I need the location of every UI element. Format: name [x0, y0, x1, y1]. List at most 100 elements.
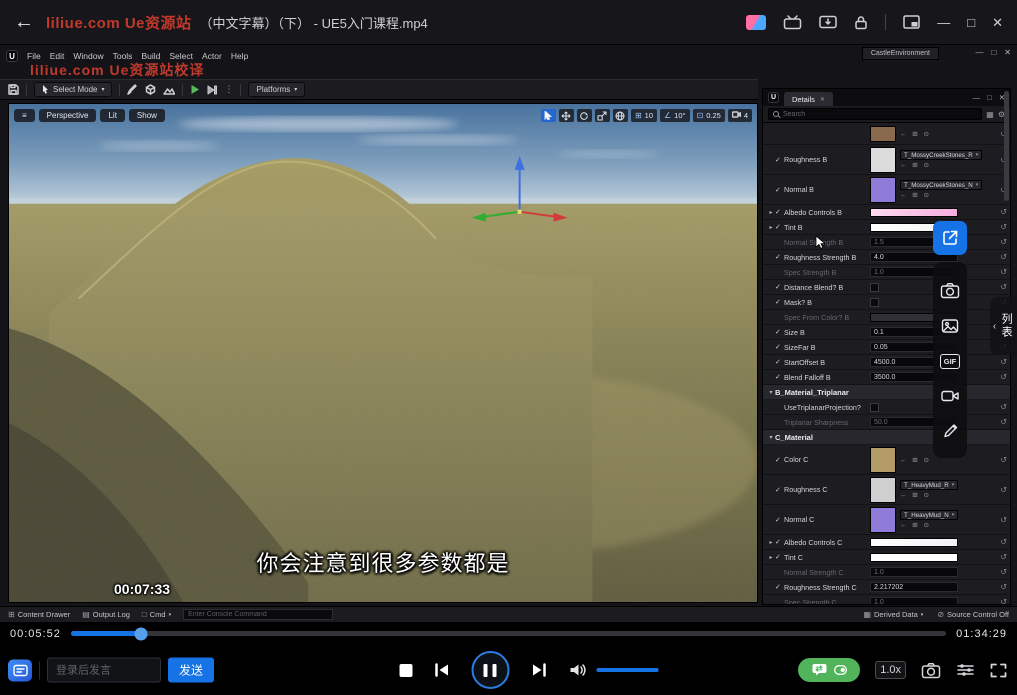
reset-to-default-icon[interactable]: ↺	[1000, 403, 1007, 412]
minimize-button[interactable]: —	[937, 16, 950, 29]
details-tab[interactable]: Details ✕	[784, 92, 833, 106]
source-control-button[interactable]: ⊘ Source Control Off	[937, 610, 1009, 619]
details-row-b-material-triplanar[interactable]: ▾B_Material_Triplanar	[763, 385, 1010, 400]
mini-player-icon[interactable]	[903, 15, 920, 29]
texture-thumbnail[interactable]	[870, 147, 896, 173]
override-check-icon[interactable]: ✓	[775, 486, 784, 494]
reset-to-default-icon[interactable]: ↺	[1000, 208, 1007, 217]
details-row-normal-b[interactable]: ✓Normal BT_MossyCreekStones_N▾← ⊞ ⊙↺	[763, 175, 1010, 205]
platforms-dropdown[interactable]: Platforms ▾	[248, 82, 305, 97]
danmaku-toggle[interactable]	[798, 658, 860, 682]
number-input[interactable]: 1.0	[870, 597, 958, 604]
play-button[interactable]	[190, 84, 200, 95]
override-check-icon[interactable]: ✓	[775, 223, 784, 231]
details-row-roughness-strength-c[interactable]: ✓Roughness Strength C2.217202↺	[763, 580, 1010, 595]
reset-to-default-icon[interactable]: ↺	[1000, 223, 1007, 232]
scale-snap-toggle[interactable]: ⊡ 0.25	[693, 109, 725, 122]
override-check-icon[interactable]: ✓	[775, 298, 784, 306]
reset-to-default-icon[interactable]: ↺	[1000, 373, 1007, 382]
reset-to-default-icon[interactable]: ↺	[1000, 515, 1007, 524]
rotation-snap-toggle[interactable]: ∠ 10°	[660, 109, 690, 122]
cast-icon[interactable]	[819, 15, 837, 29]
details-scrollbar[interactable]	[1004, 91, 1009, 201]
details-row-spec-from-color-b[interactable]: Spec From Color? B↺	[763, 310, 1010, 325]
volume-slider[interactable]	[596, 668, 658, 672]
details-row-c-material[interactable]: ▾C_Material	[763, 430, 1010, 445]
move-tool-icon[interactable]	[559, 109, 574, 122]
texture-thumbnail[interactable]	[870, 477, 896, 503]
details-row-roughness-b[interactable]: ✓Roughness BT_MossyCreekStones_R▾← ⊞ ⊙↺	[763, 145, 1010, 175]
viewport-menu-button[interactable]: ≡	[14, 109, 35, 122]
show-dropdown[interactable]: Show	[129, 109, 165, 122]
param-checkbox[interactable]	[870, 403, 879, 412]
menu-item-help[interactable]: Help	[231, 51, 248, 61]
asset-tool-icons[interactable]: ← ⊞ ⊙	[900, 491, 958, 499]
details-row-color-c[interactable]: ✓Color C← ⊞ ⊙↺	[763, 445, 1010, 475]
color-swatch[interactable]	[870, 208, 958, 217]
param-checkbox[interactable]	[870, 298, 879, 307]
color-swatch[interactable]	[870, 553, 958, 562]
chevron-down-icon[interactable]: ▾	[767, 434, 775, 441]
screenshot-button[interactable]	[921, 662, 941, 679]
override-check-icon[interactable]: ✓	[775, 516, 784, 524]
scale-tool-icon[interactable]	[595, 109, 610, 122]
volume-icon[interactable]	[568, 662, 587, 678]
asset-tool-icons[interactable]: ← ⊞ ⊙	[900, 161, 982, 169]
cube-tool-icon[interactable]	[145, 84, 156, 95]
screenshot-camera-icon[interactable]	[940, 282, 960, 299]
playback-speed-button[interactable]: 1.0x	[875, 661, 906, 679]
rotate-tool-icon[interactable]	[577, 109, 592, 122]
back-icon[interactable]: ←	[14, 11, 34, 34]
send-button[interactable]: 发送	[168, 658, 214, 683]
video-record-icon[interactable]	[941, 389, 959, 403]
override-check-icon[interactable]: ✓	[775, 343, 784, 351]
asset-dropdown[interactable]: T_HeavyMud_R▾	[900, 480, 958, 490]
details-minimize-icon[interactable]: —	[973, 93, 981, 102]
details-row-usetriplanarprojection[interactable]: UseTriplanarProjection?↺	[763, 400, 1010, 415]
override-check-icon[interactable]: ✓	[775, 553, 784, 561]
search-box[interactable]	[768, 108, 982, 120]
document-tab[interactable]: CastleEnvironment	[862, 47, 939, 60]
reset-to-default-icon[interactable]: ↺	[1000, 485, 1007, 494]
seek-bar[interactable]	[71, 631, 946, 636]
toolbar-more-icon[interactable]: ⋮	[224, 84, 233, 95]
texture-thumbnail[interactable]	[870, 507, 896, 533]
details-row-albedo-controls-c[interactable]: ▸✓Albedo Controls C↺	[763, 535, 1010, 550]
color-swatch[interactable]	[870, 538, 958, 547]
details-row-roughness-c[interactable]: ✓Roughness CT_HeavyMud_R▾← ⊞ ⊙↺	[763, 475, 1010, 505]
texture-thumbnail[interactable]	[870, 126, 896, 142]
asset-tool-icons[interactable]: ← ⊞ ⊙	[900, 130, 931, 138]
asset-dropdown[interactable]: T_HeavyMud_N▾	[900, 510, 958, 520]
select-mode-dropdown[interactable]: Select Mode ▾	[34, 82, 112, 97]
reset-to-default-icon[interactable]: ↺	[1000, 238, 1007, 247]
content-drawer-button[interactable]: ⊞ Content Drawer	[8, 610, 70, 619]
reset-to-default-icon[interactable]: ↺	[1000, 598, 1007, 605]
reset-to-default-icon[interactable]: ↺	[1000, 553, 1007, 562]
gif-record-icon[interactable]: GIF	[940, 354, 961, 369]
cmd-dropdown[interactable]: □ Cmd ▾	[142, 610, 171, 619]
details-row-row-0[interactable]: ← ⊞ ⊙↺	[763, 123, 1010, 145]
details-row-tint-b[interactable]: ▸✓Tint B↺	[763, 220, 1010, 235]
brush-tool-icon[interactable]	[127, 84, 138, 95]
fullscreen-button[interactable]	[990, 663, 1007, 678]
ue-close-icon[interactable]: ✕	[1004, 48, 1011, 57]
reset-to-default-icon[interactable]: ↺	[1000, 358, 1007, 367]
pause-button[interactable]	[471, 651, 509, 689]
viewport-3d[interactable]: ≡ Perspective Lit Show ⊞ 10	[8, 103, 758, 603]
expander-icon[interactable]: ▸	[767, 209, 775, 216]
close-button[interactable]: ✕	[992, 16, 1003, 29]
danmaku-style-icon[interactable]	[8, 659, 32, 681]
details-row-mask-b[interactable]: ✓Mask? B↺	[763, 295, 1010, 310]
param-checkbox[interactable]	[870, 283, 879, 292]
stop-button[interactable]	[399, 664, 412, 677]
app-logo-icon[interactable]	[746, 15, 766, 30]
lock-icon[interactable]	[854, 15, 868, 30]
ue-maximize-icon[interactable]: □	[991, 48, 996, 57]
override-check-icon[interactable]: ✓	[775, 186, 784, 194]
reset-to-default-icon[interactable]: ↺	[1000, 583, 1007, 592]
expander-icon[interactable]: ▸	[767, 224, 775, 231]
details-maximize-icon[interactable]: □	[987, 93, 992, 102]
details-row-triplanar-sharpness[interactable]: Triplanar Sharpness50.0↺	[763, 415, 1010, 430]
details-row-roughness-strength-b[interactable]: ✓Roughness Strength B4.0↺	[763, 250, 1010, 265]
asset-tool-icons[interactable]: ← ⊞ ⊙	[900, 456, 931, 464]
